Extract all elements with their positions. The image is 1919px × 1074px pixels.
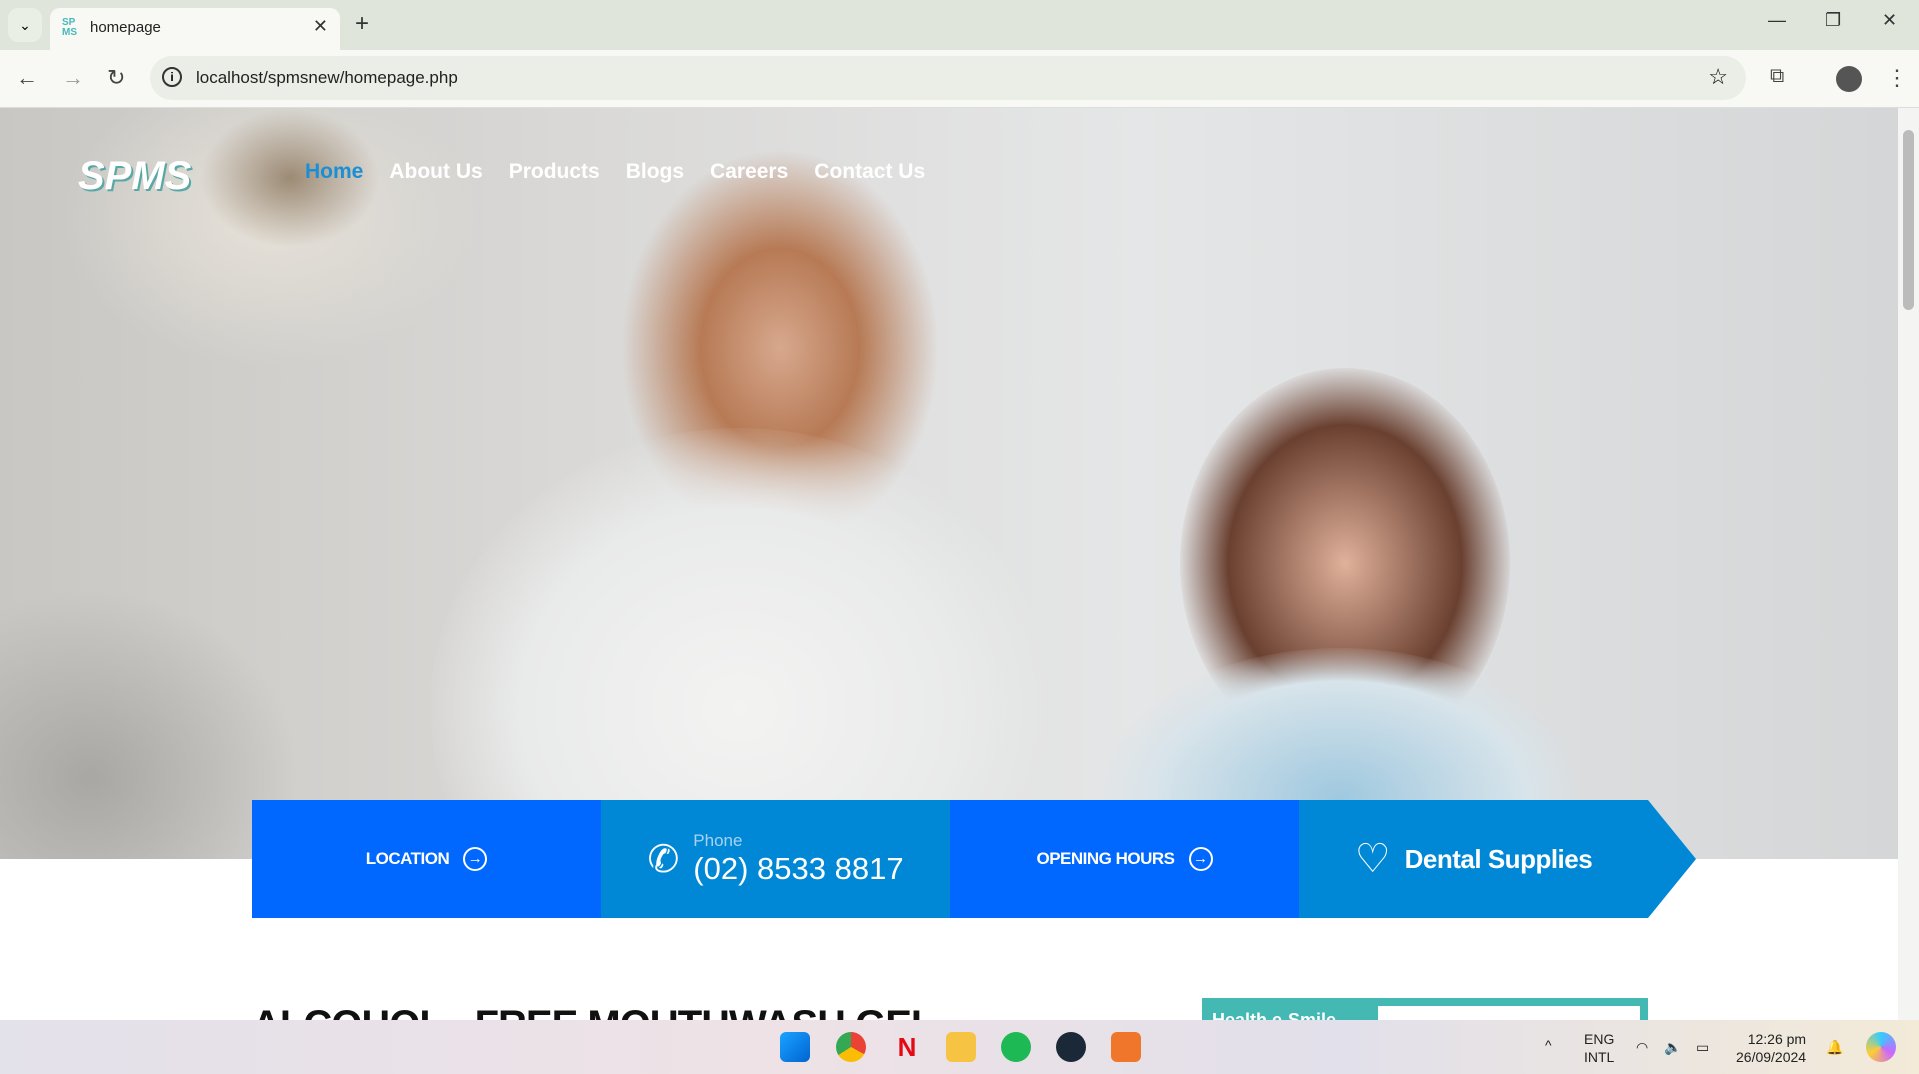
url-text[interactable]: localhost/spmsnew/homepage.php <box>196 68 458 88</box>
show-hidden-icons[interactable]: ^ <box>1545 1036 1552 1054</box>
dental-supplies-box[interactable]: ♡ Dental Supplies <box>1299 800 1648 918</box>
browser-tab[interactable]: SP MS homepage ✕ <box>50 8 340 50</box>
nav-careers[interactable]: Careers <box>710 160 788 184</box>
battery-icon[interactable]: ▭ <box>1696 1038 1709 1056</box>
start-icon[interactable] <box>780 1032 810 1062</box>
close-window-button[interactable]: ✕ <box>1882 10 1897 31</box>
phone-label: Phone <box>693 831 743 850</box>
phone-box[interactable]: ✆ Phone (02) 8533 8817 <box>601 800 950 918</box>
volume-icon[interactable]: 🔈 <box>1664 1038 1681 1056</box>
taskbar: N ^ ENG INTL ◠ 🔈 ▭ 12:26 pm 26/09/2024 🔔 <box>0 1020 1919 1074</box>
phone-number: (02) 8533 8817 <box>693 851 904 886</box>
main-nav: Home About Us Products Blogs Careers Con… <box>305 160 925 184</box>
nav-home[interactable]: Home <box>305 160 363 184</box>
nav-about-us[interactable]: About Us <box>389 160 482 184</box>
hero-image <box>0 108 1898 859</box>
extensions-icon[interactable]: ⧉ <box>1770 65 1784 88</box>
info-boxes: LOCATION → ✆ Phone (02) 8533 8817 OPENIN… <box>252 800 1696 918</box>
scrollbar-thumb[interactable] <box>1903 130 1914 310</box>
arrow-right-circle-icon: → <box>463 847 488 871</box>
dental-supplies-label: Dental Supplies <box>1404 843 1593 874</box>
reload-button[interactable]: ↻ <box>107 65 125 91</box>
language-indicator[interactable]: ENG INTL <box>1584 1030 1614 1066</box>
promo-text: Health e-Smile <box>1212 1010 1337 1020</box>
netflix-icon[interactable]: N <box>892 1032 922 1062</box>
restore-button[interactable]: ❐ <box>1825 10 1841 31</box>
address-bar[interactable]: i localhost/spmsnew/homepage.php ☆ <box>150 56 1746 100</box>
tab-strip: ⌄ SP MS homepage ✕ + — ❐ ✕ <box>0 0 1919 50</box>
minimize-button[interactable]: — <box>1768 10 1786 31</box>
xampp-icon[interactable] <box>1111 1032 1141 1062</box>
promo-banner[interactable]: Health e-Smile <box>1202 998 1648 1020</box>
nav-contact-us[interactable]: Contact Us <box>814 160 925 184</box>
notification-bell-icon[interactable]: 🔔 <box>1826 1038 1843 1056</box>
section-heading: ALCOHOL - FREE MOUTHWASH GEL <box>252 1003 935 1020</box>
wifi-icon[interactable]: ◠ <box>1636 1038 1648 1056</box>
tab-search-button[interactable]: ⌄ <box>8 8 42 42</box>
menu-icon[interactable]: ⋮ <box>1886 65 1908 91</box>
tab-title: homepage <box>90 19 161 36</box>
copilot-icon[interactable] <box>1866 1032 1896 1062</box>
location-label: LOCATION <box>365 849 450 868</box>
clock[interactable]: 12:26 pm 26/09/2024 <box>1736 1030 1806 1066</box>
phone-icon: ✆ <box>647 838 680 881</box>
chrome-icon[interactable] <box>836 1032 866 1062</box>
file-explorer-icon[interactable] <box>946 1032 976 1062</box>
back-button[interactable]: ← <box>16 65 38 91</box>
forward-button[interactable]: → <box>62 65 84 91</box>
nav-products[interactable]: Products <box>509 160 600 184</box>
site-info-icon[interactable]: i <box>162 67 182 87</box>
arrow-right-circle-icon: → <box>1188 847 1213 871</box>
spotify-icon[interactable] <box>1001 1032 1031 1062</box>
toolbar: ← → ↻ i localhost/spmsnew/homepage.php ☆… <box>0 50 1919 108</box>
opening-hours-label: OPENING HOURS <box>1036 849 1175 868</box>
box-arrow <box>1648 800 1696 918</box>
location-box[interactable]: LOCATION → <box>252 800 601 918</box>
web-page: SPMS Home About Us Products Blogs Career… <box>0 108 1898 1020</box>
nav-blogs[interactable]: Blogs <box>626 160 684 184</box>
close-tab-icon[interactable]: ✕ <box>313 16 328 37</box>
opening-hours-box[interactable]: OPENING HOURS → <box>950 800 1299 918</box>
favicon-icon: SP MS <box>62 17 77 38</box>
heart-search-icon: ♡ <box>1354 837 1391 881</box>
steam-icon[interactable] <box>1056 1032 1086 1062</box>
scrollbar[interactable] <box>1898 108 1919 1020</box>
site-logo[interactable]: SPMS <box>78 154 191 199</box>
profile-avatar[interactable] <box>1836 66 1862 92</box>
bookmark-star-icon[interactable]: ☆ <box>1708 64 1728 90</box>
new-tab-button[interactable]: + <box>355 10 369 38</box>
